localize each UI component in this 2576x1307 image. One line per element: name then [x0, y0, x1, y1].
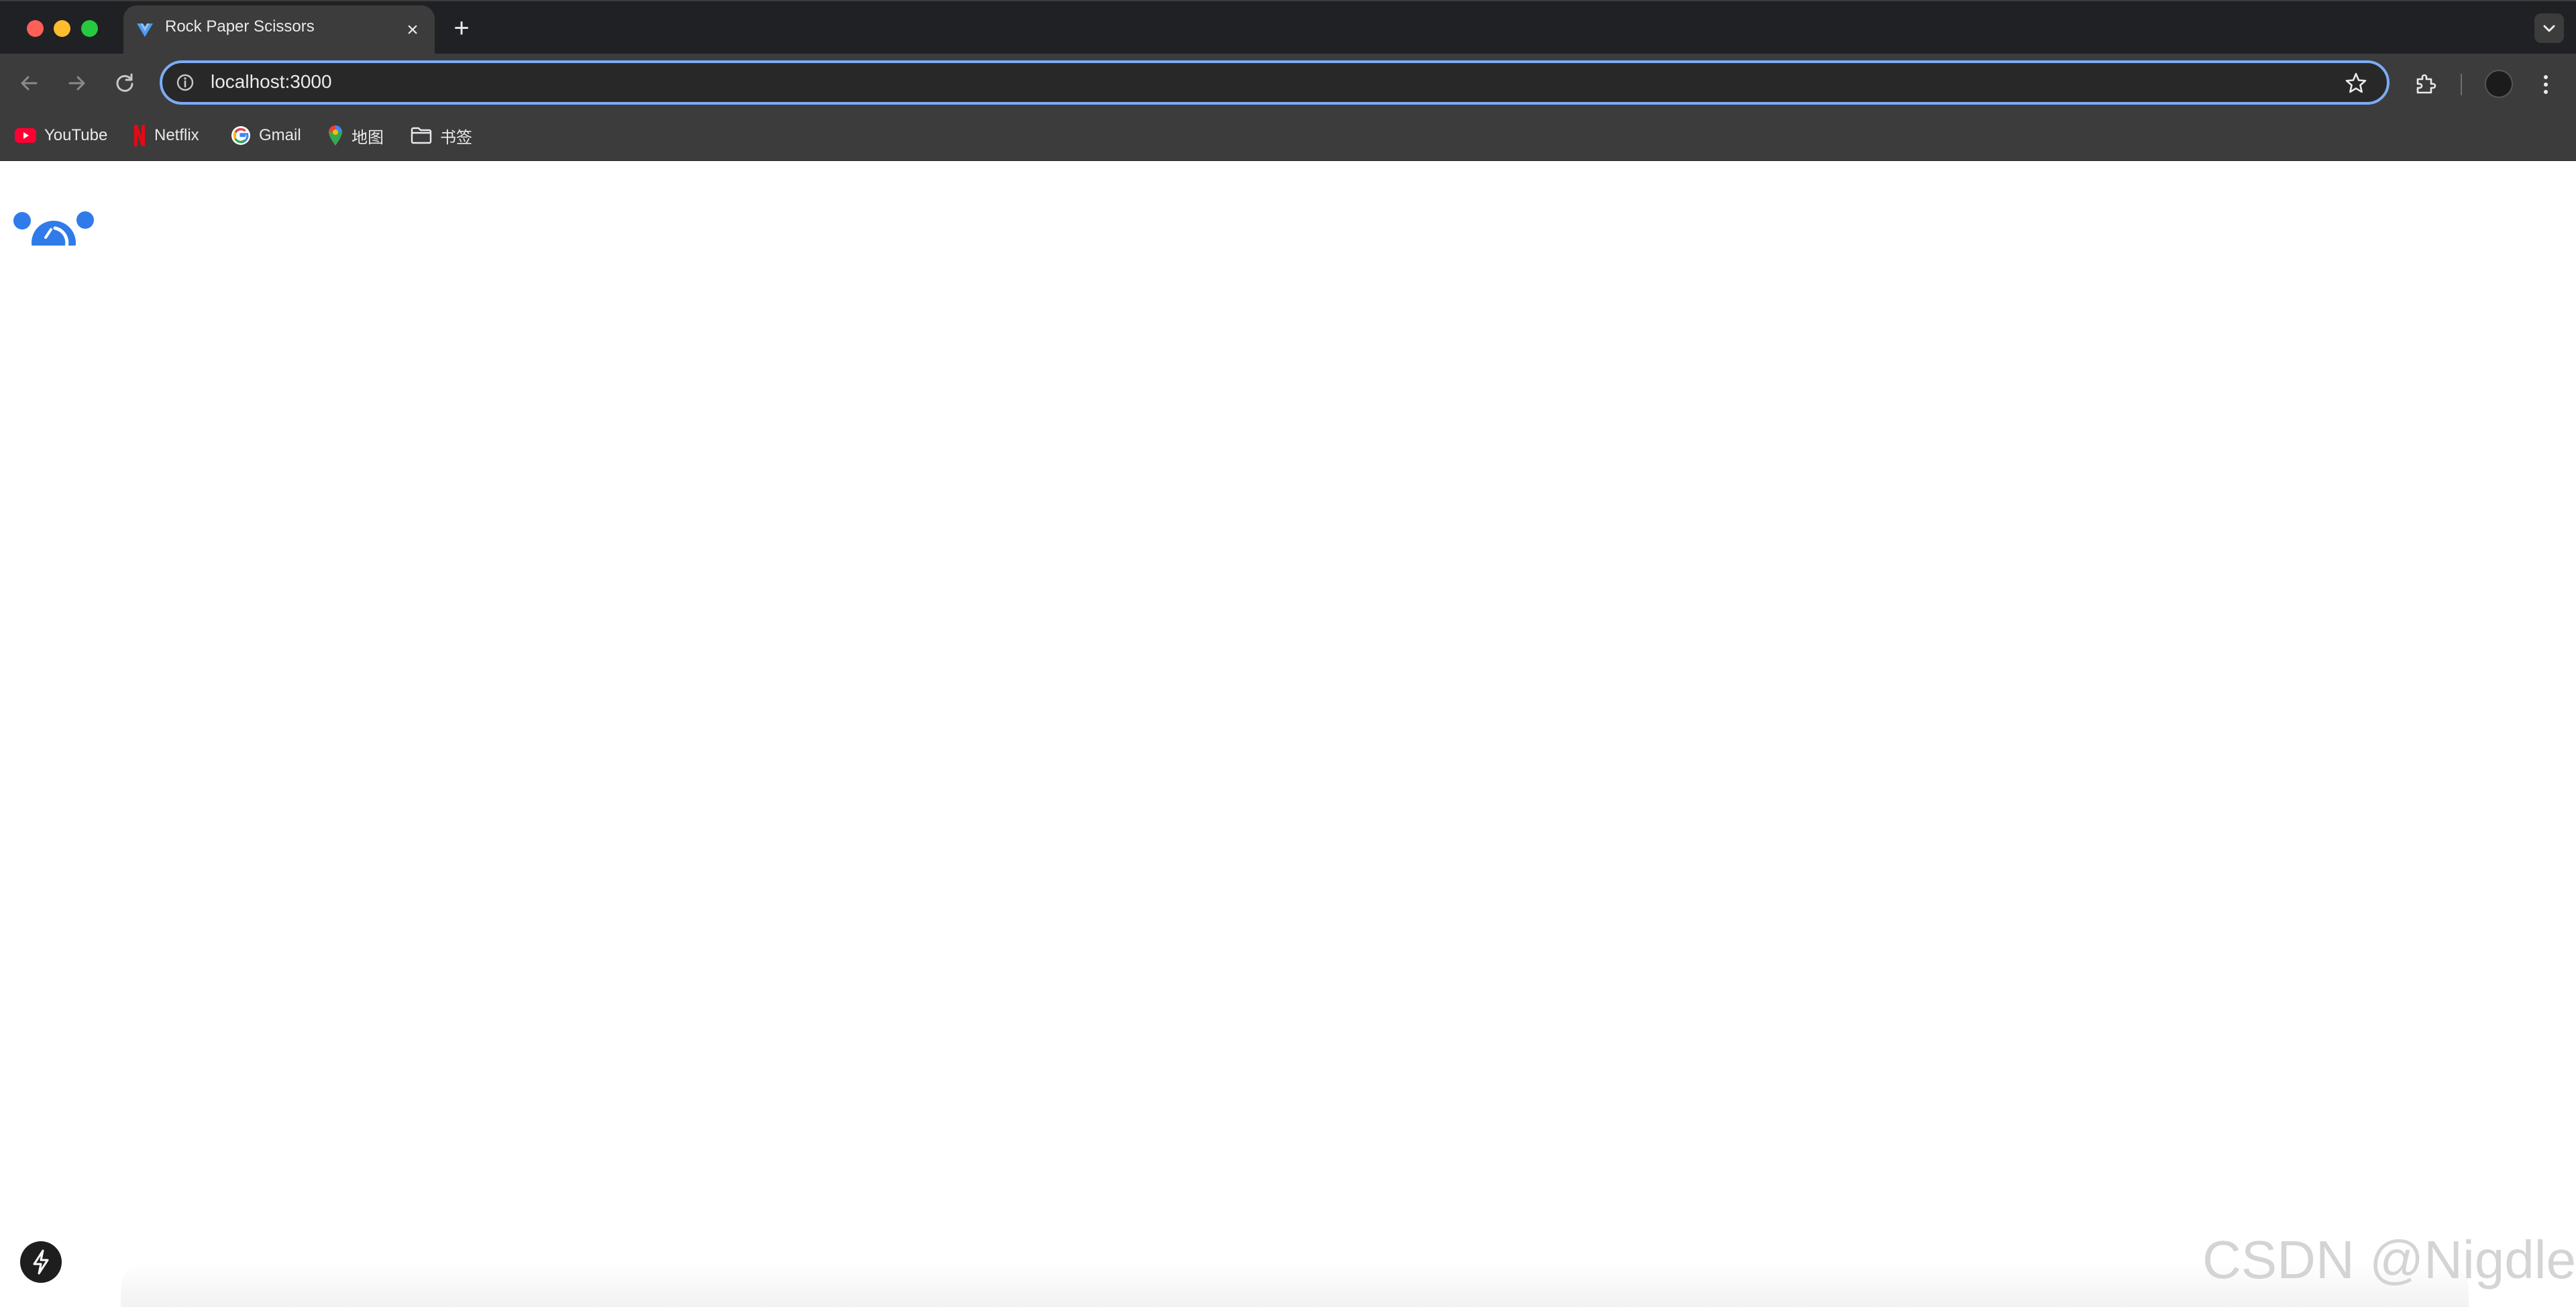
bookmarks-bar: YouTube Netflix Gmail 地图 书签	[0, 113, 2576, 161]
tab-close-icon[interactable]: ×	[401, 19, 424, 42]
forward-arrow-icon[interactable]	[62, 68, 91, 98]
bookmark-label: 地图	[352, 128, 384, 147]
tab-rock-paper-scissors[interactable]: Rock Paper Scissors ×	[123, 5, 435, 55]
bookmark-folder[interactable]: 书签	[411, 122, 472, 149]
maps-icon	[329, 125, 342, 146]
bookmark-gmail[interactable]: Gmail	[231, 122, 301, 149]
toolbar-divider	[2461, 74, 2462, 95]
youtube-icon	[15, 128, 36, 143]
tab-strip: Rock Paper Scissors × +	[0, 0, 2576, 55]
tab-title: Rock Paper Scissors	[165, 17, 315, 36]
folder-icon	[411, 127, 432, 144]
window-maximize-button[interactable]	[81, 20, 98, 37]
bookmark-label: Netflix	[154, 126, 199, 144]
kebab-menu-icon[interactable]	[2536, 71, 2556, 98]
extensions-puzzle-icon[interactable]	[2412, 71, 2439, 98]
google-icon	[231, 126, 250, 145]
bottom-shadow	[121, 1261, 2469, 1307]
window-minimize-button[interactable]	[54, 20, 70, 37]
vue-favicon-icon	[137, 23, 153, 37]
lightning-bolt-icon	[33, 1249, 49, 1275]
bookmark-label: 书签	[440, 128, 472, 147]
browser-window: Rock Paper Scissors × + localhost:3000 Y…	[0, 0, 2576, 1307]
back-arrow-icon[interactable]	[15, 68, 44, 98]
netflix-icon	[134, 125, 145, 146]
loading-spinner-icon	[13, 211, 94, 246]
address-bar[interactable]: localhost:3000	[160, 60, 2390, 105]
site-info-icon[interactable]	[176, 73, 195, 92]
chevron-down-icon	[2543, 25, 2555, 32]
bookmark-youtube[interactable]: YouTube	[15, 122, 107, 149]
toolbar: localhost:3000	[0, 54, 2576, 113]
page-viewport: CSDN @Nigdle	[0, 161, 2576, 1307]
bookmark-netflix[interactable]: Netflix	[133, 122, 199, 149]
bookmark-star-icon[interactable]	[2344, 71, 2368, 95]
window-close-button[interactable]	[27, 20, 44, 37]
bookmark-label: Gmail	[259, 126, 301, 144]
address-bar-url[interactable]: localhost:3000	[211, 71, 332, 93]
tab-search-button[interactable]	[2534, 13, 2564, 43]
watermark-text: CSDN @Nigdle	[2202, 1230, 2576, 1290]
bookmark-label: YouTube	[44, 126, 108, 144]
profile-avatar[interactable]	[2485, 70, 2513, 98]
devtools-toggle-button[interactable]	[20, 1241, 62, 1283]
reload-icon[interactable]	[110, 68, 140, 98]
bookmark-maps[interactable]: 地图	[327, 122, 384, 149]
new-tab-button[interactable]: +	[448, 15, 475, 43]
